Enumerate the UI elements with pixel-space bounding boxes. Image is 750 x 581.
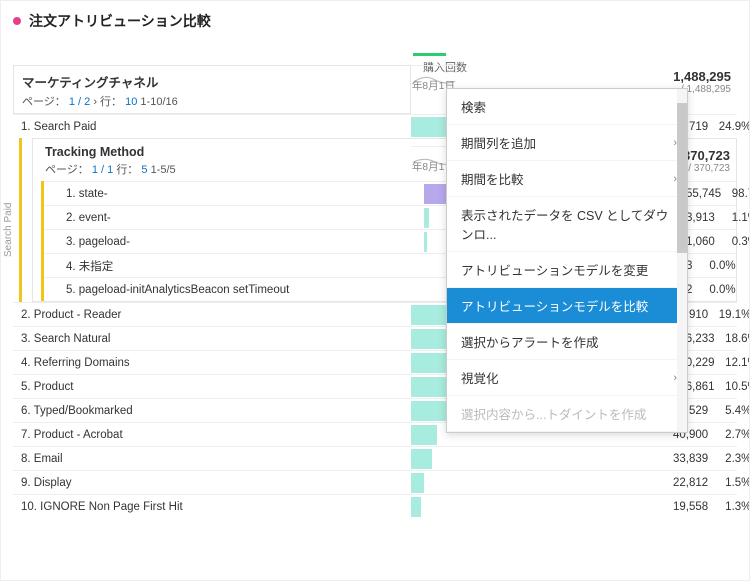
table-row[interactable]: 9. Display22,812 1.5% [13,470,737,494]
dim1-box[interactable]: マーケティングチャネル ページ： 1 / 2 › 行： 10 1-10/16 [13,65,411,114]
menu-item[interactable]: 選択からアラートを作成 [447,324,687,360]
table-row[interactable]: 8. Email33,839 2.3% [13,446,737,470]
dim1-title: マーケティングチャネル [22,72,402,91]
menu-item[interactable]: 選択内容から...トダイントを作成 [447,396,687,432]
dim2-title: Tracking Method [45,145,403,159]
report-title: 注文アトリビューション比較 [29,11,211,31]
side-label: Search Paid [3,203,14,257]
dim1-rows-link[interactable]: 10 [125,96,137,108]
menu-scrollbar[interactable] [677,89,687,432]
table-row[interactable]: 10. IGNORE Non Page First Hit19,558 1.3% [13,494,737,518]
dim2-box[interactable]: Tracking Method ページ： 1 / 1 行： 5 1-5/5 [33,139,411,181]
report-panel: 注文アトリビューション比較 購入回数 マーケティングチャネル ページ： 1 / … [0,0,750,581]
menu-scroll-thumb[interactable] [677,103,687,253]
title-row: 注文アトリビューション比較 [13,11,737,31]
dim2-pager: ページ： 1 / 1 行： 5 1-5/5 [45,161,403,177]
dim1-pager: ページ： 1 / 2 › 行： 10 1-10/16 [22,93,402,109]
menu-item[interactable]: 期間を比較› [447,161,687,197]
menu-item[interactable]: 期間列を追加› [447,125,687,161]
menu-item[interactable]: アトリビューションモデルを変更 [447,252,687,288]
menu-item[interactable]: 視覚化› [447,360,687,396]
bullet-icon [13,17,21,25]
menu-item[interactable]: 検索 [447,89,687,125]
menu-item[interactable]: アトリビューションモデルを比較 [447,288,687,324]
context-menu: 検索期間列を追加›期間を比較›表示されたデータを CSV としてダウンロ...ア… [446,88,688,433]
dim1-page-link[interactable]: 1 / 2 [69,96,90,108]
menu-item[interactable]: 表示されたデータを CSV としてダウンロ... [447,197,687,252]
